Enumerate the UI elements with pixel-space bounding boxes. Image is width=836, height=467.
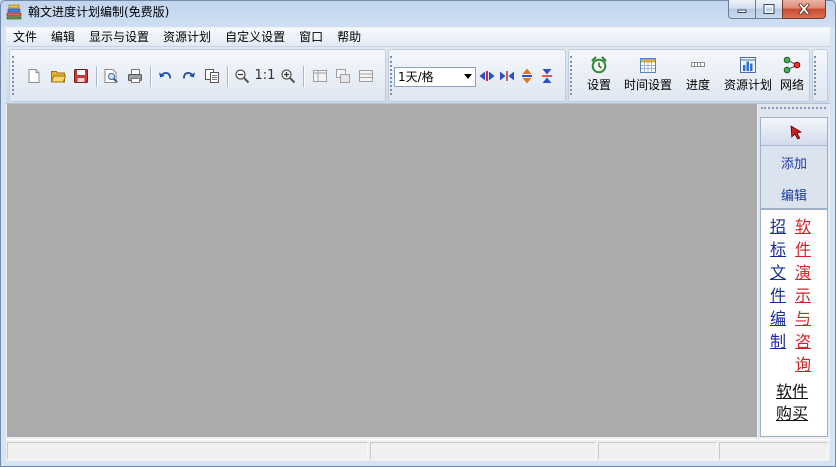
network-icon — [783, 56, 801, 74]
close-button[interactable] — [782, 0, 826, 19]
menu-resource-plan[interactable]: 资源计划 — [156, 28, 218, 47]
calendar-icon — [639, 58, 656, 73]
toolbar-grip[interactable] — [12, 56, 14, 95]
toolbar: 1:1 1天/格 设置 时间设置 进度 资源计划 网络 — [6, 47, 830, 104]
status-panel — [370, 442, 596, 460]
open-folder-icon[interactable] — [50, 68, 66, 84]
chevron-down-icon[interactable] — [464, 74, 472, 79]
timescale-toolbar: 1天/格 — [388, 49, 566, 102]
buy-software-link[interactable]: 软件购买 — [776, 381, 808, 425]
scale-select-value: 1天/格 — [398, 70, 434, 84]
minimize-icon — [737, 9, 747, 13]
toolbar-grip[interactable] — [814, 56, 816, 95]
progress-icon — [690, 62, 705, 67]
toolbar-grip[interactable] — [570, 56, 572, 95]
menu-bar: 文件 编辑 显示与设置 资源计划 自定义设置 窗口 帮助 — [6, 28, 830, 47]
title-bar[interactable]: 翰文进度计划编制(免费版) — [0, 0, 836, 27]
print-preview-icon[interactable] — [103, 68, 119, 84]
toolbar-separator — [150, 66, 151, 87]
toolbar-separator — [227, 66, 228, 87]
expand-vertical-icon[interactable] — [519, 68, 535, 84]
status-panel — [7, 442, 368, 460]
maximize-icon — [763, 4, 775, 14]
expand-horizontal-icon[interactable] — [479, 68, 495, 84]
window-title: 翰文进度计划编制(免费版) — [28, 5, 170, 19]
print-icon[interactable] — [127, 68, 143, 84]
menu-custom-settings[interactable]: 自定义设置 — [218, 28, 292, 47]
status-panel — [719, 442, 828, 460]
schedule-workspace[interactable] — [7, 104, 757, 437]
toolbar-separator — [96, 66, 97, 87]
toolbar-separator — [303, 66, 304, 87]
maximize-button[interactable] — [755, 0, 783, 19]
client-area: 文件 编辑 显示与设置 资源计划 自定义设置 窗口 帮助 1:1 1天/格 设置… — [6, 27, 830, 461]
undo-icon[interactable] — [157, 68, 173, 84]
bidding-docs-link[interactable]: 招标文件编制 — [770, 215, 786, 353]
zoom-in-icon[interactable] — [280, 68, 296, 84]
alarm-clock-icon — [591, 56, 607, 74]
side-tool-box: 添加 编辑 — [760, 117, 828, 209]
resource-plan-label: 资源计划 — [723, 78, 773, 92]
resource-chart-icon — [739, 57, 756, 73]
side-panel: 添加 编辑 招标文件编制 软件演示与咨询 软件购买 — [758, 104, 829, 437]
shrink-vertical-icon[interactable] — [539, 68, 555, 84]
app-logo-icon[interactable] — [6, 4, 22, 20]
menu-help[interactable]: 帮助 — [330, 28, 368, 47]
side-panel-grip[interactable] — [761, 107, 826, 109]
cascade-windows-icon[interactable] — [335, 68, 351, 84]
time-settings-button[interactable]: 时间设置 — [624, 56, 672, 100]
split-columns-icon[interactable] — [312, 68, 328, 84]
pointer-tool-button[interactable] — [761, 118, 827, 146]
split-rows-icon[interactable] — [358, 68, 374, 84]
settings-button[interactable]: 设置 — [587, 56, 611, 100]
close-icon — [798, 3, 810, 15]
shrink-horizontal-icon[interactable] — [499, 68, 515, 84]
status-bar — [6, 439, 830, 461]
zoom-out-icon[interactable] — [234, 68, 250, 84]
toolbar-grip[interactable] — [390, 56, 392, 95]
app-window: 翰文进度计划编制(免费版) 文件 编辑 显示与设置 资源计划 自定义设置 窗口 … — [0, 0, 836, 467]
copy-icon[interactable] — [204, 68, 220, 84]
add-button[interactable]: 添加 — [761, 157, 827, 173]
menu-window[interactable]: 窗口 — [292, 28, 330, 47]
progress-button[interactable]: 进度 — [686, 56, 710, 100]
extra-toolbar — [812, 49, 828, 102]
pointer-arrow-icon — [790, 125, 803, 140]
status-panel — [598, 442, 717, 460]
settings-label: 设置 — [586, 78, 612, 92]
network-button[interactable]: 网络 — [780, 56, 804, 100]
new-file-icon[interactable] — [26, 68, 42, 84]
menu-display-settings[interactable]: 显示与设置 — [82, 28, 156, 47]
software-demo-link[interactable]: 软件演示与咨询 — [795, 215, 811, 376]
time-settings-label: 时间设置 — [623, 78, 673, 92]
menu-edit[interactable]: 编辑 — [44, 28, 82, 47]
save-icon[interactable] — [73, 68, 89, 84]
network-label: 网络 — [779, 78, 805, 92]
edit-button[interactable]: 编辑 — [761, 189, 827, 205]
planning-toolbar: 设置 时间设置 进度 资源计划 网络 — [568, 49, 810, 102]
redo-icon[interactable] — [181, 68, 197, 84]
side-links-box: 招标文件编制 软件演示与咨询 软件购买 — [760, 209, 828, 437]
progress-label: 进度 — [685, 78, 711, 92]
menu-file[interactable]: 文件 — [6, 28, 44, 47]
zoom-reset-button[interactable]: 1:1 — [254, 67, 276, 85]
standard-toolbar: 1:1 — [9, 49, 386, 102]
scale-select[interactable]: 1天/格 — [394, 67, 476, 87]
minimize-button[interactable] — [728, 0, 756, 19]
resource-plan-button[interactable]: 资源计划 — [724, 56, 772, 100]
